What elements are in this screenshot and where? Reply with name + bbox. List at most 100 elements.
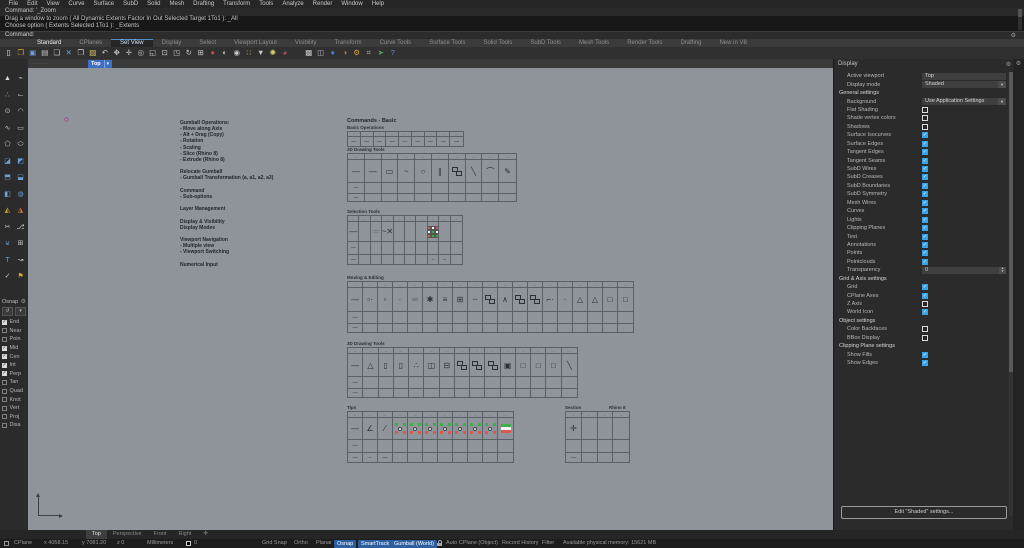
toolbar-tab-curve-tools[interactable]: Curve Tools <box>371 39 421 48</box>
checkbox-points[interactable]: ✓ <box>922 250 928 256</box>
toolbar-tab-standard[interactable]: Standard <box>28 39 70 48</box>
field-active-viewport[interactable]: Top <box>922 73 1006 80</box>
osnap-item-poin[interactable]: Poin <box>0 335 28 344</box>
zoom-extents-icon[interactable]: ⊡ <box>159 48 171 58</box>
move-icon[interactable]: ✛ <box>123 48 135 58</box>
menu-window[interactable]: Window <box>337 0 367 8</box>
export-icon[interactable]: ❏ <box>51 48 63 58</box>
osnap-item-int[interactable]: ✓Int <box>0 361 28 370</box>
osnap-checkbox[interactable] <box>2 397 7 402</box>
viewport-menu-arrow-icon[interactable]: ▾ <box>104 60 110 68</box>
spinner-arrows-icon[interactable]: ▲▼ <box>999 267 1006 274</box>
checkbox-curves[interactable]: ✓ <box>922 208 928 214</box>
toolbar-tab-cplanes[interactable]: CPlanes <box>70 39 111 48</box>
toolbar-tab-render-tools[interactable]: Render Tools <box>618 39 671 48</box>
osnap-checkbox[interactable]: ✓ <box>2 320 7 325</box>
strip-gear-icon[interactable]: ⚙ <box>1013 60 1024 67</box>
layer-color-chip[interactable] <box>186 541 191 546</box>
osnap-item-end[interactable]: ✓End <box>0 318 28 327</box>
ortho-toggle[interactable]: Ortho <box>294 539 308 548</box>
units-menu[interactable]: Millimeters <box>147 539 173 548</box>
checkbox-world-icon[interactable]: ✓ <box>922 309 928 315</box>
checkbox-surface-edges[interactable]: ✓ <box>922 141 928 147</box>
osnap-checkbox[interactable] <box>2 406 7 411</box>
osnap-item-knot[interactable]: Knot <box>0 395 28 404</box>
paste-icon[interactable]: ▨ <box>87 48 99 58</box>
checkbox-tangent-edges[interactable]: ✓ <box>922 149 928 155</box>
options-gear-icon[interactable]: ⚙ <box>351 48 363 58</box>
osnap-checkbox[interactable]: ✓ <box>2 371 7 376</box>
checkbox-shadows[interactable] <box>922 124 928 130</box>
join-icon[interactable]: ⊍ <box>2 238 13 249</box>
checkbox-surface-isocurves[interactable]: ✓ <box>922 132 928 138</box>
viewport-tab-perspective[interactable]: Perspective <box>107 530 148 539</box>
surface-icon[interactable]: ◪ <box>2 156 13 167</box>
chevron-down-icon[interactable]: ▾ <box>998 81 1006 88</box>
pin-icon[interactable]: ▼ <box>255 48 267 58</box>
osnap-item-near[interactable]: Near <box>0 327 28 336</box>
trim-icon[interactable]: ✂ <box>2 222 13 233</box>
grid-snap-toggle[interactable]: Grid Snap <box>262 539 287 548</box>
menu-view[interactable]: View <box>42 0 64 8</box>
boolean-icon[interactable]: ◭ <box>2 205 13 216</box>
material-icon[interactable]: ◕ <box>279 48 291 58</box>
shaded-sphere-icon[interactable]: ● <box>327 48 339 58</box>
toolbar-tab-surface-tools[interactable]: Surface Tools <box>420 39 474 48</box>
osnap-checkbox[interactable]: ✓ <box>2 346 7 351</box>
menu-tools[interactable]: Tools <box>255 0 278 8</box>
osnap-checkbox[interactable] <box>2 328 7 333</box>
osnap-item-vert[interactable]: Vert <box>0 404 28 413</box>
filter-toggle[interactable]: Filter <box>542 539 554 548</box>
command-scrollbar[interactable] <box>1018 9 1022 30</box>
command-prompt-input[interactable]: Command: <box>0 31 1024 39</box>
loft-icon[interactable]: ◩ <box>15 156 26 167</box>
checkbox-subd-boundaries[interactable]: ✓ <box>922 183 928 189</box>
osnap-item-mid[interactable]: ✓Mid <box>0 344 28 353</box>
menu-curve[interactable]: Curve <box>64 0 89 8</box>
menu-analyze[interactable]: Analyze <box>278 0 308 8</box>
arrow-icon[interactable]: ➤ <box>375 48 387 58</box>
toolbar-tab-set-view[interactable]: Set View <box>111 39 153 48</box>
osnap-item-tan[interactable]: Tan <box>0 378 28 387</box>
curve-edit-icon[interactable]: ↝ <box>15 255 26 266</box>
rectangle-icon[interactable]: ▭ <box>15 123 26 134</box>
analyze-icon[interactable]: ✓ <box>2 271 13 282</box>
checkbox-color-backfaces[interactable] <box>922 326 928 332</box>
checkbox-text[interactable]: ✓ <box>922 234 928 240</box>
status-panel-icon[interactable] <box>4 541 9 546</box>
panel-gear-icon[interactable]: ⚙ <box>1006 61 1011 68</box>
box-icon[interactable]: ◧ <box>2 189 13 200</box>
toolbar-tab-visibility[interactable]: Visibility <box>286 39 326 48</box>
checkbox-clipping-planes[interactable]: ✓ <box>922 225 928 231</box>
checkbox-shade-vertex-colors[interactable] <box>922 115 928 121</box>
sweep-icon[interactable]: ⬓ <box>15 172 26 183</box>
render-sphere-icon[interactable]: ◑ <box>339 48 351 58</box>
osnap-item-proj[interactable]: Proj <box>0 413 28 422</box>
dropdown-display-mode[interactable]: Shaded▾ <box>922 81 1006 88</box>
ellipse-icon[interactable]: ⬭ <box>15 139 26 150</box>
light-icon[interactable]: ✺ <box>267 48 279 58</box>
osnap-gear-icon[interactable]: ⚙ <box>21 298 26 305</box>
viewport-tab-right[interactable]: Right <box>172 530 197 539</box>
select-icon[interactable]: ▲ <box>2 73 13 84</box>
toolbar-tab-solid-tools[interactable]: Solid Tools <box>474 39 521 48</box>
add-viewport-button[interactable]: ✛ <box>197 530 214 539</box>
checkbox-flat-shading[interactable] <box>922 107 928 113</box>
arc-icon[interactable]: ◠ <box>15 106 26 117</box>
zoom-window-icon[interactable]: ◱ <box>147 48 159 58</box>
osnap-checkbox[interactable] <box>2 423 7 428</box>
viewport-layout-icon[interactable]: ⊞ <box>195 48 207 58</box>
toolbar-tab-viewport-layout[interactable]: Viewport Layout <box>225 39 286 48</box>
polyline-icon[interactable]: ⌙ <box>15 90 26 101</box>
spinner-transparency[interactable]: 0▲▼ <box>922 267 1006 274</box>
checkbox-subd-symmetry[interactable]: ✓ <box>922 191 928 197</box>
menu-drafting[interactable]: Drafting <box>189 0 219 8</box>
new-file-icon[interactable]: ▯ <box>3 48 15 58</box>
edit-shaded-settings-button[interactable]: Edit "Shaded" settings... <box>841 506 1007 519</box>
pan-icon[interactable]: ✥ <box>111 48 123 58</box>
chevron-down-icon[interactable]: ▾ <box>998 98 1006 105</box>
osnap-checkbox[interactable] <box>2 380 7 385</box>
record-history-toggle[interactable]: Record History <box>502 539 538 548</box>
menu-mesh[interactable]: Mesh <box>165 0 189 8</box>
annotate-icon[interactable]: ⚑ <box>15 271 26 282</box>
